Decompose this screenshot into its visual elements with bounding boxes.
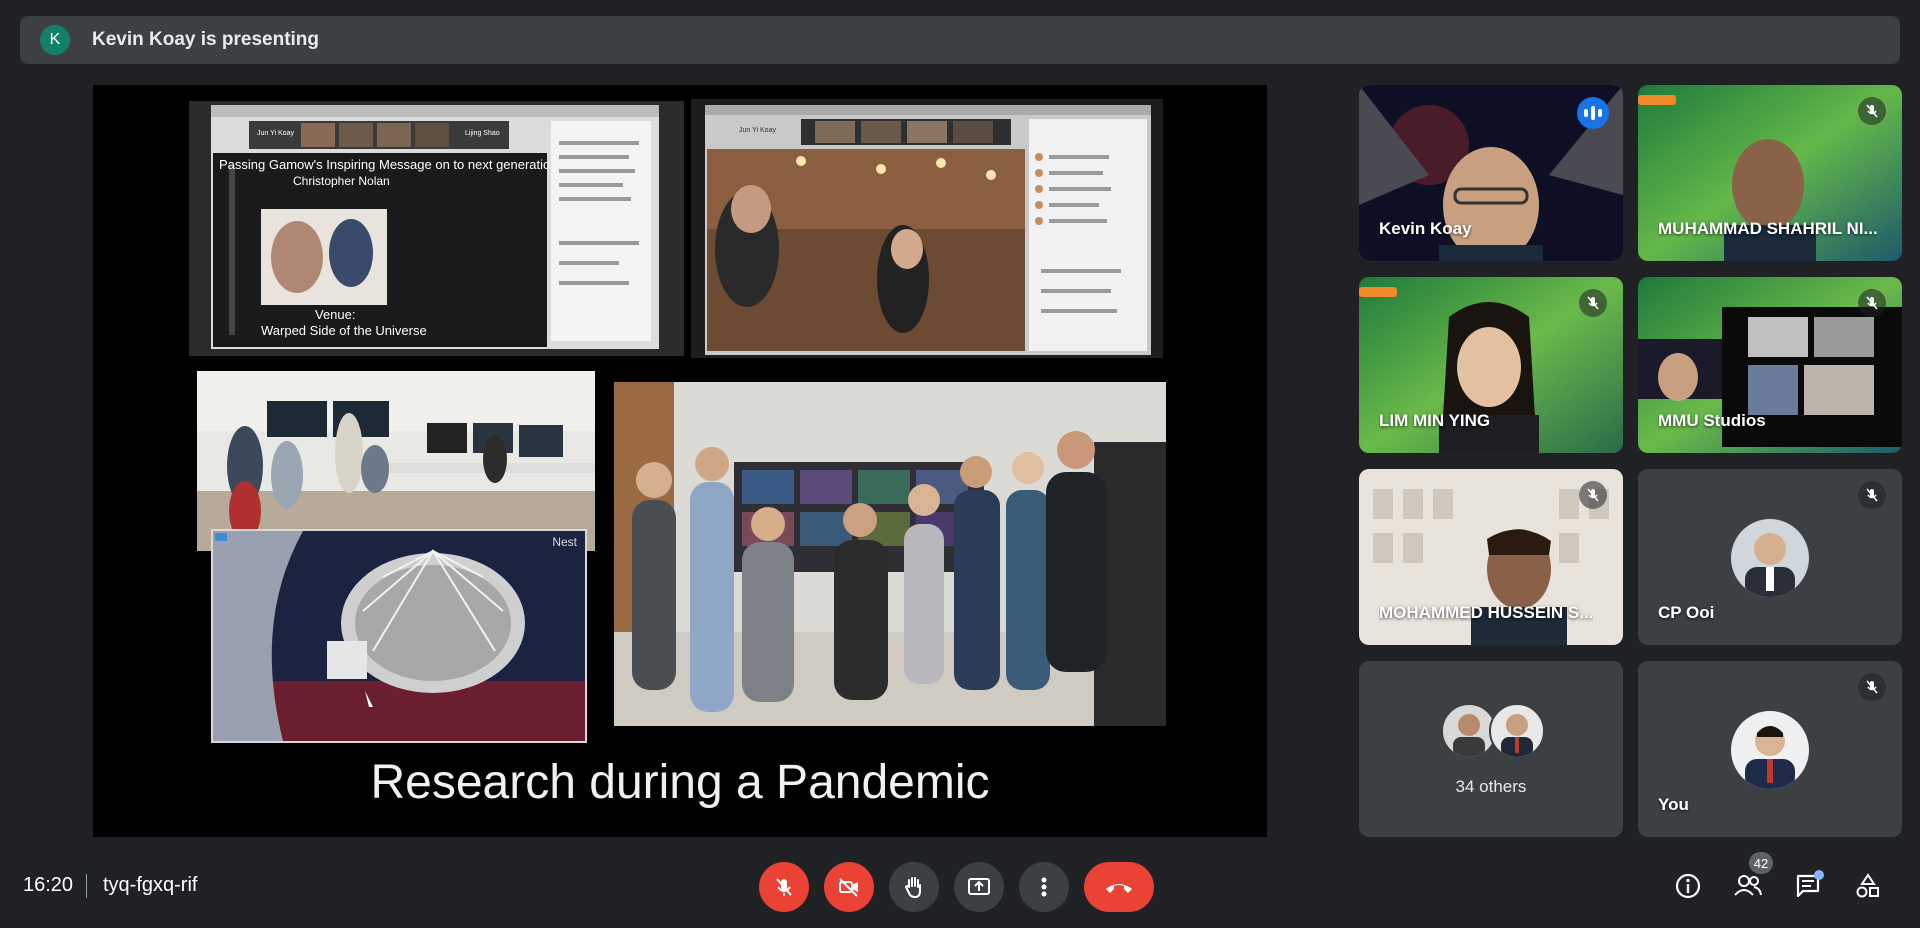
mic-off-icon <box>1858 289 1886 317</box>
mic-toggle-button[interactable] <box>759 862 809 912</box>
slide-speaker-text: Christopher Nolan <box>293 174 390 188</box>
people-icon <box>1734 875 1762 896</box>
participant-name: CP Ooi <box>1658 603 1715 622</box>
participant-name: MUHAMMAD SHAHRIL NI... <box>1658 219 1878 238</box>
cp-ooi-avatar <box>1731 519 1809 597</box>
others-count-label: 34 others <box>1455 777 1527 796</box>
mic-off-icon <box>1858 481 1886 509</box>
chat-notification-dot <box>1814 870 1824 880</box>
slide-photo-telescope: Nest <box>211 529 587 743</box>
more-options-icon <box>1041 877 1047 897</box>
mic-off-icon <box>776 878 792 896</box>
present-screen-icon <box>968 878 990 895</box>
name-tag-right: Lijing Shao <box>465 130 500 137</box>
info-icon <box>1675 873 1701 899</box>
raise-hand-button[interactable] <box>889 862 939 912</box>
slide-title-text: Passing Gamow's Inspiring Message on to … <box>219 157 549 172</box>
more-options-button[interactable] <box>1019 862 1069 912</box>
participant-tile-others[interactable]: 34 others <box>1359 661 1623 837</box>
presenter-avatar: K <box>40 25 70 55</box>
slide-photo-violin: Jun Yi Koay <box>691 99 1163 358</box>
present-screen-button[interactable] <box>954 862 1004 912</box>
camera-off-icon <box>839 878 858 897</box>
slide-venue-text: Warped Side of the Universe <box>261 323 427 338</box>
participant-name: MMU Studios <box>1658 411 1766 430</box>
participant-tile-you[interactable]: You <box>1638 661 1902 837</box>
participant-name: Kevin Koay <box>1379 219 1472 238</box>
mic-off-icon <box>1858 97 1886 125</box>
participant-tile-lim-min-ying[interactable]: LIM MIN YING <box>1359 277 1623 453</box>
meeting-details-button[interactable] <box>1670 868 1706 904</box>
participant-tile-mohammed-hussein[interactable]: MOHAMMED HUSSEIN S... <box>1359 469 1623 645</box>
camera-label: Nest <box>552 535 577 549</box>
slide-photo-talk: Passing Gamow's Inspiring Message on to … <box>189 101 684 356</box>
slide-photo-group <box>614 382 1166 726</box>
participant-tile-muhammad-shahril[interactable]: MUHAMMAD SHAHRIL NI... <box>1638 85 1902 261</box>
meeting-code: tyq-fgxq-rif <box>103 874 198 896</box>
mic-off-icon <box>1579 289 1607 317</box>
participant-count-badge: 42 <box>1749 852 1773 874</box>
participant-tile-mmu-studios[interactable]: MMU Studios <box>1638 277 1902 453</box>
group-photo-graphic <box>614 382 1166 726</box>
activities-button[interactable] <box>1850 868 1886 904</box>
speaking-indicator-icon <box>1577 97 1609 129</box>
you-avatar <box>1731 711 1809 789</box>
raise-hand-icon <box>904 877 921 899</box>
others-avatar-2 <box>1489 703 1545 759</box>
presentation-stage: Passing Gamow's Inspiring Message on to … <box>93 85 1267 837</box>
meeting-time: 16:20 <box>23 874 74 896</box>
mic-off-icon <box>1579 481 1607 509</box>
leave-call-icon <box>1106 884 1132 893</box>
presenting-banner: K Kevin Koay is presenting <box>20 16 1900 64</box>
participant-tile-kevin-koay[interactable]: Kevin Koay <box>1359 85 1623 261</box>
name-tag-left: Jun Yi Koay <box>257 130 294 137</box>
laptop-screen-graphic <box>211 105 659 349</box>
divider <box>86 874 87 898</box>
participant-tile-cp-ooi[interactable]: CP Ooi <box>1638 469 1902 645</box>
monitor-graphic <box>705 105 1151 355</box>
activities-icon <box>1856 873 1879 898</box>
leave-call-button[interactable] <box>1084 862 1154 912</box>
participant-name: MOHAMMED HUSSEIN S... <box>1379 603 1594 622</box>
slide-photo-control-room <box>197 371 595 551</box>
slide-venue-label: Venue: <box>315 307 356 322</box>
presenting-text: Kevin Koay is presenting <box>92 29 320 50</box>
participant-name: LIM MIN YING <box>1379 411 1491 430</box>
slide-caption: Research during a Pandemic <box>370 756 990 809</box>
mic-off-icon <box>1858 673 1886 701</box>
participant-name: You <box>1658 795 1689 814</box>
camera-toggle-button[interactable] <box>824 862 874 912</box>
name-tag-top-right: Jun Yi Koay <box>739 127 776 134</box>
control-room-graphic <box>197 371 595 551</box>
telescope-graphic <box>213 531 585 741</box>
